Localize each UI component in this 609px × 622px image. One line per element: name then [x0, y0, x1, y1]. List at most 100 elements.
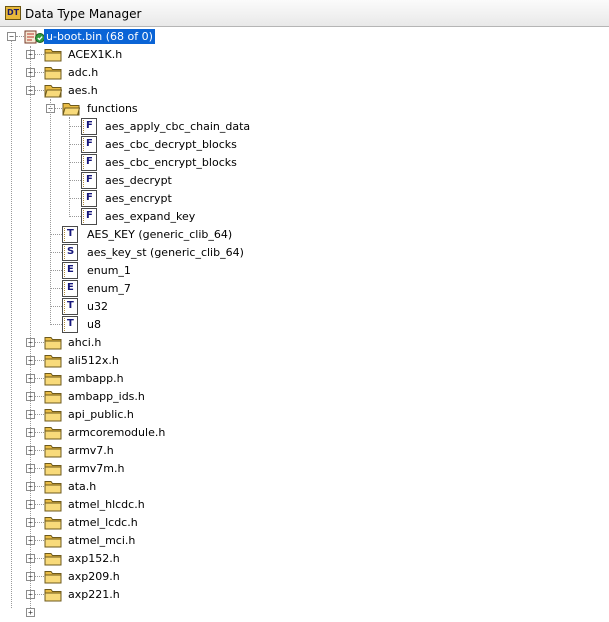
- tree-item-folder[interactable]: + armv7.h: [0, 442, 600, 460]
- folder-icon: [44, 353, 62, 368]
- folder-icon: [44, 497, 62, 512]
- tree-connector-line: [35, 594, 44, 595]
- tree-item-folder[interactable]: + atmel_mci.h: [0, 532, 600, 550]
- folder-icon: [44, 479, 62, 494]
- tree-connector-line: [35, 558, 44, 559]
- function-label: aes_encrypt: [105, 192, 172, 205]
- expand-toggle[interactable]: +: [26, 608, 35, 617]
- tree-item-folder[interactable]: + ali512x.h: [0, 352, 600, 370]
- tree-connector-line: [69, 117, 70, 217]
- folder-icon: [44, 551, 62, 566]
- tree-item-folder[interactable]: + ata.h: [0, 478, 600, 496]
- tree-connector-line: [69, 162, 81, 163]
- tree-item-folder[interactable]: + api_public.h: [0, 406, 600, 424]
- root-label: u-boot.bin (68 of 0): [44, 29, 155, 44]
- tree-item-folder[interactable]: + adc.h: [0, 64, 600, 82]
- tree-item-folder[interactable]: + atmel_lcdc.h: [0, 514, 600, 532]
- enum-icon: E: [62, 262, 78, 279]
- tree-connector-line: [35, 504, 44, 505]
- tree-item-type[interactable]: Tu8: [0, 316, 600, 334]
- function-label: aes_cbc_decrypt_blocks: [105, 138, 237, 151]
- folder-label: atmel_hlcdc.h: [68, 498, 145, 511]
- folder-label: aes.h: [68, 84, 98, 97]
- tree-connector-line: [35, 90, 44, 91]
- folder-icon: [44, 587, 62, 602]
- tree-connector-line: [55, 108, 62, 109]
- enum-icon: E: [62, 280, 78, 297]
- function-label: aes_expand_key: [105, 210, 196, 223]
- type-label: enum_1: [87, 264, 131, 277]
- tree-item-folder[interactable]: + ambapp.h: [0, 370, 600, 388]
- tree-item-folder[interactable]: + ACEX1K.h: [0, 46, 600, 64]
- tree-item-type[interactable]: Tu32: [0, 298, 600, 316]
- tree-item-folder[interactable]: + armv7m.h: [0, 460, 600, 478]
- folder-icon: [44, 533, 62, 548]
- window-title: Data Type Manager: [25, 7, 142, 21]
- folder-icon: [44, 47, 62, 62]
- tree-item-type[interactable]: Saes_key_st (generic_clib_64): [0, 244, 600, 262]
- type-label: u8: [87, 318, 101, 331]
- type-label: enum_7: [87, 282, 131, 295]
- tree-item-function[interactable]: Faes_cbc_decrypt_blocks: [0, 136, 600, 154]
- tree-item-folder[interactable]: + atmel_hlcdc.h: [0, 496, 600, 514]
- function-icon: F: [81, 136, 97, 153]
- tree-item-type[interactable]: T AES_KEY (generic_clib_64): [0, 226, 600, 244]
- tree-connector-line: [35, 432, 44, 433]
- folder-label: axp152.h: [68, 552, 120, 565]
- collapse-root-toggle[interactable]: −: [7, 32, 16, 41]
- tree-item-partial[interactable]: +: [0, 604, 600, 622]
- tree-item-folder[interactable]: + axp209.h: [0, 568, 600, 586]
- tree-item-function[interactable]: Faes_decrypt: [0, 172, 600, 190]
- data-type-manager-icon: DT: [5, 6, 21, 20]
- folder-label: axp221.h: [68, 588, 120, 601]
- tree-item-type[interactable]: Eenum_1: [0, 262, 600, 280]
- function-icon: F: [81, 208, 97, 225]
- typedef-icon: T: [62, 298, 78, 315]
- folder-label: api_public.h: [68, 408, 134, 421]
- function-icon: F: [81, 190, 97, 207]
- tree-item-folder[interactable]: + axp221.h: [0, 586, 600, 604]
- tree-connector-line: [69, 180, 81, 181]
- tree-item-aes-h[interactable]: − aes.h: [0, 82, 600, 100]
- tree-connector-line: [35, 414, 44, 415]
- tree-connector-line: [69, 198, 81, 199]
- tree-item-function[interactable]: Faes_encrypt: [0, 190, 600, 208]
- folder-icon: [44, 407, 62, 422]
- folder-icon: [44, 443, 62, 458]
- tree-connector-line: [35, 540, 44, 541]
- folder-label: armv7.h: [68, 444, 114, 457]
- tree-item-folder[interactable]: + armcoremodule.h: [0, 424, 600, 442]
- tree-connector-line: [69, 144, 81, 145]
- tree-connector-line: [35, 468, 44, 469]
- type-label: AES_KEY (generic_clib_64): [87, 228, 233, 241]
- tree-item-folder[interactable]: + ambapp_ids.h: [0, 388, 600, 406]
- typedef-icon: T: [62, 226, 78, 243]
- tree-item-type[interactable]: Eenum_7: [0, 280, 600, 298]
- folder-label: ambapp.h: [68, 372, 124, 385]
- open-folder-icon: [44, 83, 63, 98]
- function-label: aes_decrypt: [105, 174, 172, 187]
- tree-item-folder[interactable]: + axp152.h: [0, 550, 600, 568]
- folder-icon: [44, 389, 62, 404]
- tree-connector-line: [35, 450, 44, 451]
- typedef-icon: T: [62, 316, 78, 333]
- folder-icon: [44, 569, 62, 584]
- tree-connector-line: [50, 306, 62, 307]
- tree-root-item[interactable]: − u-boot.bin (68 of 0): [0, 28, 600, 46]
- tree-connector-line: [35, 54, 44, 55]
- title-bar: DT Data Type Manager: [0, 0, 609, 27]
- tree-connector-line: [35, 576, 44, 577]
- tree-item-folder[interactable]: + ahci.h: [0, 334, 600, 352]
- tree-item-function[interactable]: Faes_cbc_encrypt_blocks: [0, 154, 600, 172]
- folder-label: ambapp_ids.h: [68, 390, 145, 403]
- folder-label: ata.h: [68, 480, 97, 493]
- tree-item-functions[interactable]: − functions: [0, 100, 600, 118]
- tree-connector-line: [50, 234, 62, 235]
- tree-connector-line: [35, 396, 44, 397]
- folder-icon: [44, 515, 62, 530]
- type-label: u32: [87, 300, 108, 313]
- tree-item-function[interactable]: Faes_expand_key: [0, 208, 600, 226]
- tree-connector-line: [50, 288, 62, 289]
- tree-connector-line: [35, 522, 44, 523]
- tree-item-function[interactable]: Faes_apply_cbc_chain_data: [0, 118, 600, 136]
